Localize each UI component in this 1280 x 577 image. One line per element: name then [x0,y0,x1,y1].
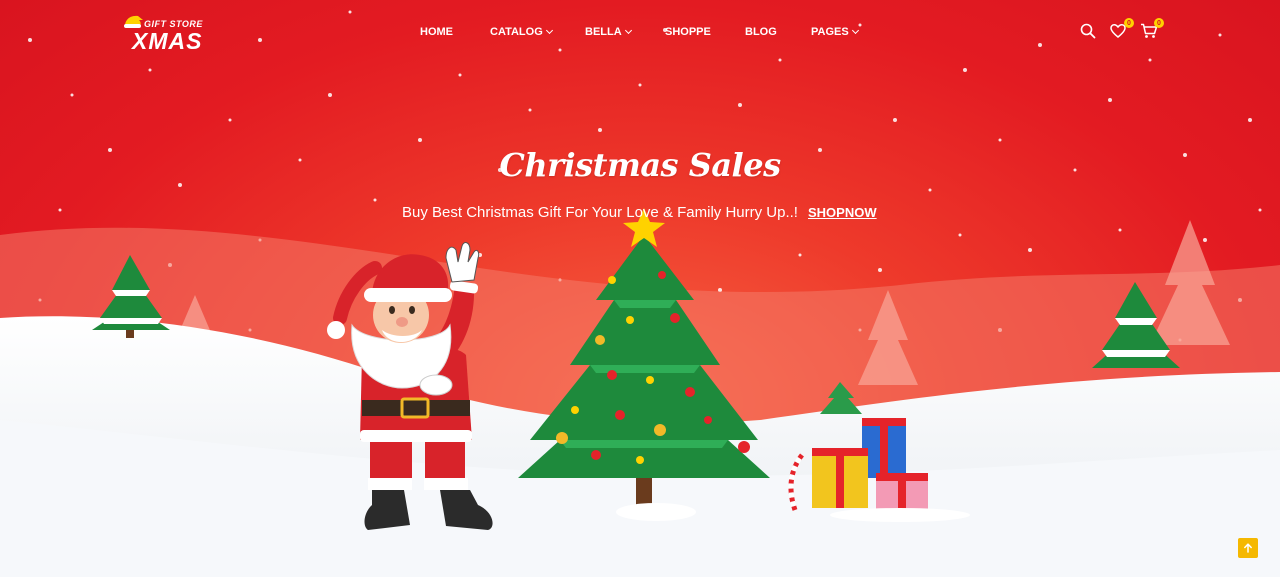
header-actions: 0 0 [1078,18,1168,44]
shop-now-link[interactable]: SHOPNOW [808,205,877,220]
wishlist-count-badge: 0 [1124,18,1134,28]
nav-bella[interactable]: BELLA [585,26,665,38]
banner-title: Christmas Sales [499,146,781,184]
main-navigation: HOME CATALOG BELLA SHOPPE BLOG PAGES [420,26,881,38]
nav-bella-label: BELLA [585,26,622,38]
christmas-scene-illustration [0,208,1280,577]
nav-blog-label: BLOG [745,26,777,38]
heart-icon [1110,24,1126,38]
chevron-down-icon [624,26,632,35]
santa-hat-icon [124,15,143,28]
nav-home[interactable]: HOME [420,26,490,38]
chevron-down-icon [851,26,859,35]
cart-button[interactable]: 0 [1140,18,1164,42]
site-logo[interactable]: GIFT STORE XMAS [120,12,220,56]
logo-wordmark: XMAS [132,28,203,54]
nav-catalog[interactable]: CATALOG [490,26,585,38]
nav-shoppe[interactable]: SHOPPE [665,26,745,38]
nav-shoppe-label: SHOPPE [665,26,711,38]
search-button[interactable] [1080,20,1100,42]
scroll-to-top-button[interactable] [1238,538,1258,558]
search-icon [1080,23,1096,39]
wishlist-button[interactable]: 0 [1110,18,1134,42]
nav-home-label: HOME [420,26,453,38]
cart-count-badge: 0 [1154,18,1164,28]
nav-pages-label: PAGES [811,26,849,38]
hero-banner: GIFT STORE XMAS HOME CATALOG BELLA SHOPP… [0,0,1280,577]
chevron-down-icon [545,26,553,35]
nav-blog[interactable]: BLOG [745,26,811,38]
nav-pages[interactable]: PAGES [811,26,881,38]
arrow-up-icon [1244,543,1252,553]
nav-catalog-label: CATALOG [490,26,543,38]
site-header: GIFT STORE XMAS HOME CATALOG BELLA SHOPP… [0,0,1280,64]
banner-subtitle: Buy Best Christmas Gift For Your Love & … [402,204,798,221]
